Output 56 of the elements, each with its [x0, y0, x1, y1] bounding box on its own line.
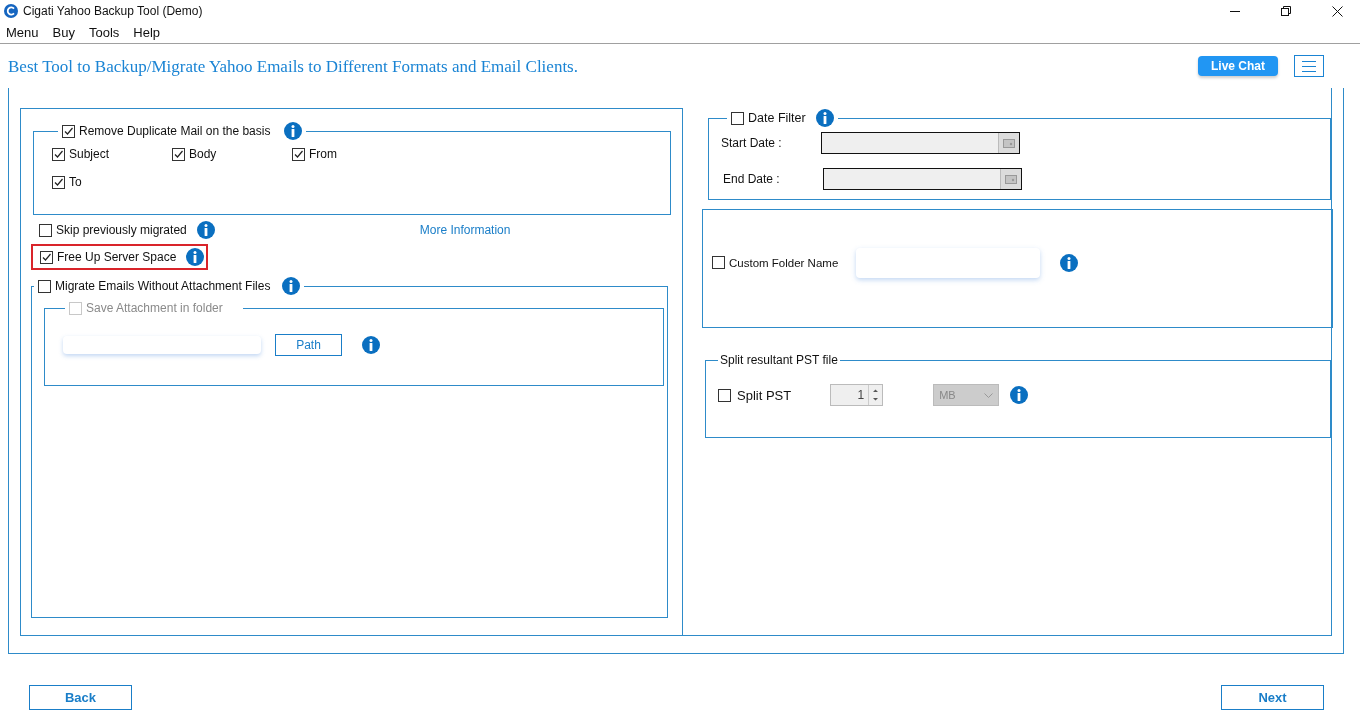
live-chat-button[interactable]: Live Chat: [1198, 56, 1278, 76]
restore-icon[interactable]: [1281, 6, 1291, 16]
checkbox-label: Subject: [69, 147, 110, 161]
folder-path-field[interactable]: [63, 336, 261, 354]
checkbox[interactable]: [712, 256, 725, 269]
app-logo-icon: [4, 4, 18, 18]
field-label: End Date :: [722, 172, 781, 186]
checkbox-label: Body: [189, 147, 217, 161]
info-icon[interactable]: [1060, 253, 1079, 272]
checkbox-label: Skip previously migrated: [56, 223, 187, 237]
info-icon[interactable]: [196, 221, 215, 239]
more-information-link[interactable]: More Information: [419, 223, 511, 237]
menu-item[interactable]: Menu: [6, 25, 39, 40]
checkbox[interactable]: [718, 388, 731, 402]
window-title: Cigati Yahoo Backup Tool (Demo): [23, 4, 203, 18]
minimize-icon[interactable]: [1230, 10, 1240, 12]
checkbox-label: Migrate Emails Without Attachment Files: [55, 279, 271, 293]
info-icon[interactable]: [1010, 386, 1029, 404]
checkbox[interactable]: [62, 124, 75, 138]
back-button[interactable]: Back: [29, 685, 132, 710]
checkbox-label: From: [309, 147, 337, 161]
menu-icon[interactable]: [1302, 60, 1316, 72]
field-label: Start Date :: [721, 136, 783, 150]
checkbox[interactable]: [172, 147, 185, 161]
checkbox[interactable]: [38, 279, 51, 293]
checkbox[interactable]: [52, 147, 65, 161]
checkbox-label: To: [69, 175, 82, 189]
checkbox[interactable]: [731, 111, 744, 125]
date-picker[interactable]: [823, 168, 1022, 190]
checkbox-label: Date Filter: [748, 111, 806, 125]
close-icon[interactable]: [1331, 5, 1343, 17]
checkbox[interactable]: [292, 147, 305, 161]
info-icon[interactable]: [284, 122, 303, 140]
info-icon[interactable]: [282, 277, 301, 295]
menu-item[interactable]: Buy: [52, 25, 75, 40]
unit-dropdown[interactable]: MB: [933, 384, 1000, 406]
menu-button[interactable]: [1294, 55, 1324, 77]
tagline: Best Tool to Backup/Migrate Yahoo Emails to Different Formats and Email Clients.: [8, 57, 579, 77]
checkbox-label: Save Attachment in folder: [86, 301, 223, 315]
checkbox-label: Custom Folder Name: [729, 256, 839, 269]
folder-name-field[interactable]: [856, 247, 1041, 278]
menu-item[interactable]: Tools: [88, 25, 120, 40]
date-picker[interactable]: [821, 132, 1020, 154]
checkbox-label: Split PST: [737, 387, 792, 403]
checkbox[interactable]: [52, 175, 65, 189]
group-title: Split resultant PST file: [719, 352, 839, 369]
checkbox[interactable]: [40, 250, 53, 264]
next-button[interactable]: Next: [1221, 685, 1324, 710]
info-icon[interactable]: [186, 248, 205, 266]
checkbox-label: Remove Duplicate Mail on the basis: [79, 124, 271, 138]
menu-item[interactable]: Help: [133, 25, 161, 40]
size-spinner[interactable]: 1: [830, 384, 884, 406]
info-icon[interactable]: [815, 109, 834, 127]
checkbox-label: Free Up Server Space: [57, 250, 177, 264]
checkbox[interactable]: [39, 223, 52, 237]
info-icon[interactable]: [362, 336, 380, 354]
